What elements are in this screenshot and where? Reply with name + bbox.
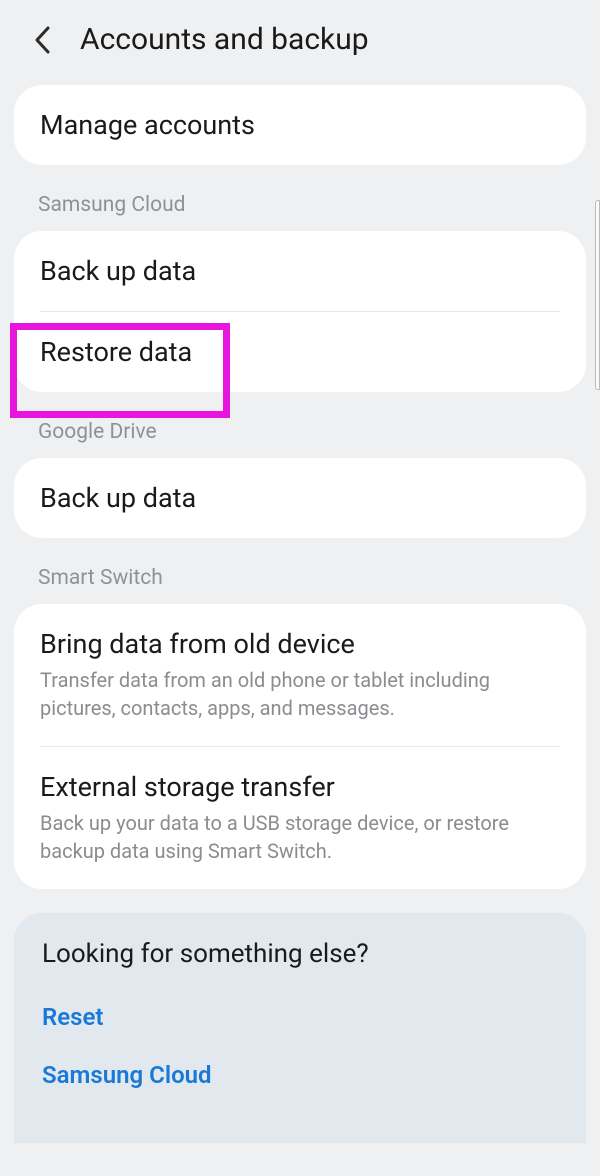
section-samsung-cloud-label: Samsung Cloud [0, 183, 600, 231]
samsung-restore-label: Restore data [40, 336, 560, 368]
smart-switch-card: Bring data from old device Transfer data… [14, 604, 586, 889]
footer-title: Looking for something else? [42, 939, 558, 969]
header-bar: Accounts and backup [0, 0, 600, 85]
external-storage-item[interactable]: External storage transfer Back up your d… [14, 747, 586, 889]
manage-accounts-item[interactable]: Manage accounts [14, 85, 586, 165]
google-backup-label: Back up data [40, 482, 560, 514]
google-drive-card: Back up data [14, 458, 586, 538]
bring-data-sub: Transfer data from an old phone or table… [40, 666, 560, 722]
samsung-restore-item[interactable]: Restore data [14, 312, 586, 392]
manage-accounts-label: Manage accounts [40, 109, 560, 141]
footer-card: Looking for something else? Reset Samsun… [14, 913, 586, 1143]
external-storage-title: External storage transfer [40, 771, 560, 803]
bring-data-item[interactable]: Bring data from old device Transfer data… [14, 604, 586, 746]
bring-data-title: Bring data from old device [40, 628, 560, 660]
page-title: Accounts and backup [80, 22, 369, 57]
manage-accounts-card: Manage accounts [14, 85, 586, 165]
reset-link[interactable]: Reset [42, 997, 558, 1037]
samsung-backup-label: Back up data [40, 255, 560, 287]
scrollbar-indicator [595, 200, 600, 390]
samsung-cloud-link[interactable]: Samsung Cloud [42, 1055, 558, 1095]
samsung-cloud-card: Back up data Restore data [14, 231, 586, 392]
section-smart-switch-label: Smart Switch [0, 556, 600, 604]
external-storage-sub: Back up your data to a USB storage devic… [40, 809, 560, 865]
section-google-drive-label: Google Drive [0, 410, 600, 458]
samsung-backup-item[interactable]: Back up data [14, 231, 586, 311]
back-icon[interactable] [28, 26, 56, 54]
google-backup-item[interactable]: Back up data [14, 458, 586, 538]
